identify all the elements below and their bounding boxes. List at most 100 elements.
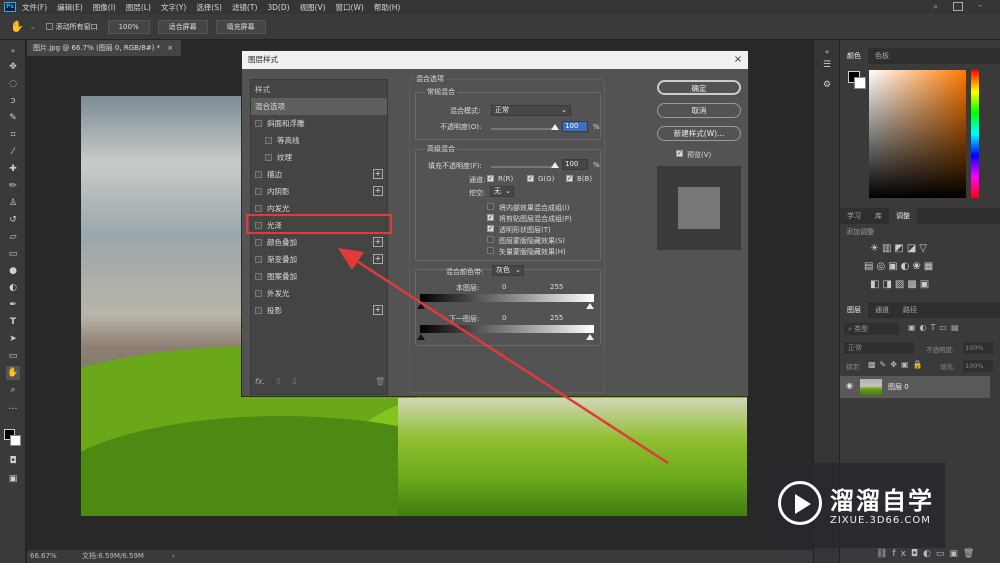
advanced-option-checkbox[interactable] bbox=[487, 203, 494, 210]
add-style-icon[interactable]: + bbox=[373, 169, 383, 179]
more-tools-icon[interactable]: … bbox=[6, 400, 20, 414]
style-checkbox[interactable] bbox=[255, 307, 262, 314]
preview-checkbox[interactable]: ✓ bbox=[676, 150, 683, 157]
quick-mask-icon[interactable]: ◘ bbox=[6, 454, 20, 468]
opacity-slider-thumb[interactable] bbox=[551, 124, 559, 130]
cancel-button[interactable]: 取消 bbox=[657, 103, 741, 118]
channel-r-checkbox[interactable]: ✓ bbox=[487, 175, 494, 182]
zoom-100-button[interactable]: 100% bbox=[107, 19, 150, 34]
document-tab[interactable]: 图片.jpg @ 66.7% (图层 0, RGB/8#) * × bbox=[27, 40, 182, 56]
tab-channels[interactable]: 通道 bbox=[868, 302, 896, 318]
workspace-icon[interactable] bbox=[953, 2, 963, 11]
layer-filter-select[interactable]: ⌕ 类型 bbox=[844, 323, 899, 335]
opacity-slider[interactable] bbox=[491, 128, 555, 130]
style-checkbox[interactable] bbox=[265, 137, 272, 144]
fill-opacity-slider[interactable] bbox=[491, 166, 555, 168]
knockout-dropdown[interactable]: 无 ⌄ bbox=[490, 186, 514, 197]
crop-tool-icon[interactable]: ⌗ bbox=[6, 128, 20, 142]
fill-input[interactable]: 100% bbox=[963, 360, 993, 372]
style-item[interactable]: 斜面和浮雕 bbox=[251, 115, 387, 132]
scroll-all-checkbox[interactable] bbox=[45, 23, 53, 30]
blend-mode-select[interactable]: 正常 bbox=[844, 342, 914, 354]
brush-tool-icon[interactable]: ✏ bbox=[6, 179, 20, 193]
rectangle-tool-icon[interactable]: ▭ bbox=[6, 349, 20, 363]
menu-view[interactable]: 视图(V) bbox=[300, 2, 326, 13]
add-style-icon[interactable]: + bbox=[373, 186, 383, 196]
screen-mode-icon[interactable]: ▣ bbox=[6, 472, 20, 486]
history-brush-tool-icon[interactable]: ↺ bbox=[6, 213, 20, 227]
eraser-tool-icon[interactable]: ▱ bbox=[6, 230, 20, 244]
minimize-icon[interactable]: – bbox=[978, 1, 983, 11]
style-checkbox[interactable] bbox=[255, 290, 262, 297]
layer-filter-icons[interactable]: ▣◐T▭▤ bbox=[908, 323, 963, 332]
style-checkbox[interactable] bbox=[265, 154, 272, 161]
style-checkbox[interactable] bbox=[255, 171, 262, 178]
style-item[interactable]: 纹理 bbox=[251, 149, 387, 166]
dodge-tool-icon[interactable]: ◐ bbox=[6, 281, 20, 295]
tab-paths[interactable]: 路径 bbox=[896, 302, 924, 318]
eyedropper-tool-icon[interactable]: ⁄ bbox=[6, 145, 20, 159]
style-checkbox[interactable] bbox=[255, 205, 262, 212]
tab-color[interactable]: 颜色 bbox=[840, 48, 868, 64]
menu-3d[interactable]: 3D(D) bbox=[267, 3, 289, 12]
history-icon[interactable]: ☰ bbox=[820, 58, 834, 72]
move-tool-icon[interactable]: ✥ bbox=[6, 60, 20, 74]
lasso-tool-icon[interactable]: ↄ bbox=[6, 94, 20, 108]
visibility-eye-icon[interactable]: ◉ bbox=[846, 381, 853, 390]
chevron-down-icon[interactable]: ⌄ bbox=[30, 23, 36, 31]
hand-tool-icon[interactable]: ✋ bbox=[10, 20, 24, 33]
menu-window[interactable]: 窗口(W) bbox=[336, 2, 364, 13]
lock-icons[interactable]: ▩✎✥▣🔒 bbox=[868, 360, 926, 369]
menu-file[interactable]: 文件(F) bbox=[22, 2, 47, 13]
dialog-close-button[interactable]: × bbox=[730, 51, 746, 69]
style-item[interactable]: 描边 + bbox=[251, 166, 387, 183]
status-arrow-icon[interactable]: › bbox=[172, 550, 175, 563]
blur-tool-icon[interactable]: ● bbox=[6, 264, 20, 278]
style-item[interactable]: 内阴影 + bbox=[251, 183, 387, 200]
menu-layer[interactable]: 图层(L) bbox=[126, 2, 151, 13]
style-checkbox[interactable] bbox=[255, 188, 262, 195]
menu-image[interactable]: 图像(I) bbox=[93, 2, 116, 13]
hue-slider[interactable] bbox=[971, 70, 979, 198]
background-color-swatch[interactable] bbox=[10, 435, 21, 446]
search-icon[interactable]: ⌕ bbox=[933, 2, 938, 12]
zoom-tool-icon[interactable]: ⌕ bbox=[6, 383, 20, 397]
menu-edit[interactable]: 编辑(E) bbox=[57, 2, 83, 13]
style-item[interactable]: 等高线 bbox=[251, 132, 387, 149]
collapse-panels-icon[interactable]: « bbox=[820, 45, 834, 59]
panel-background-swatch[interactable] bbox=[854, 77, 866, 89]
fill-screen-button[interactable]: 填充屏幕 bbox=[215, 19, 266, 34]
healing-tool-icon[interactable]: ✚ bbox=[6, 162, 20, 176]
style-checkbox[interactable] bbox=[255, 120, 262, 127]
path-select-tool-icon[interactable]: ➤ bbox=[6, 332, 20, 346]
move-down-icon[interactable]: ⇩ bbox=[291, 377, 298, 386]
collapse-icon[interactable]: » bbox=[6, 44, 20, 58]
adjustment-icons-row1[interactable]: ☀▥◩◪▽ bbox=[870, 243, 930, 254]
gradient-tool-icon[interactable]: ▭ bbox=[6, 247, 20, 261]
blend-mode-dropdown[interactable]: 正常 ⌄ bbox=[491, 105, 571, 116]
fx-icon[interactable]: fx. bbox=[255, 377, 265, 386]
layer-row[interactable]: ◉ 图层 0 bbox=[840, 376, 990, 398]
style-checkbox[interactable] bbox=[255, 239, 262, 246]
menu-type[interactable]: 文字(Y) bbox=[161, 2, 186, 13]
pen-tool-icon[interactable]: ✒ bbox=[6, 298, 20, 312]
tab-libraries[interactable]: 库 bbox=[868, 208, 889, 224]
channel-g-checkbox[interactable]: ✓ bbox=[527, 175, 534, 182]
stamp-tool-icon[interactable]: ♙ bbox=[6, 196, 20, 210]
new-style-button[interactable]: 新建样式(W)... bbox=[657, 126, 741, 141]
color-picker-field[interactable] bbox=[869, 70, 966, 198]
ok-button[interactable]: 确定 bbox=[657, 80, 741, 95]
opacity-input[interactable]: 100% bbox=[963, 342, 993, 354]
tab-learn[interactable]: 学习 bbox=[840, 208, 868, 224]
advanced-option-checkbox[interactable]: ✓ bbox=[487, 214, 494, 221]
menu-help[interactable]: 帮助(H) bbox=[374, 2, 401, 13]
style-item[interactable]: 混合选项 bbox=[251, 98, 387, 115]
style-checkbox[interactable] bbox=[255, 273, 262, 280]
tab-layers[interactable]: 图层 bbox=[840, 302, 868, 318]
type-tool-icon[interactable]: T bbox=[6, 315, 20, 329]
properties-icon[interactable]: ⚙ bbox=[820, 78, 834, 92]
move-up-icon[interactable]: ⇧ bbox=[275, 377, 282, 386]
adjustment-icons-row3[interactable]: ◧◨▨▩▣ bbox=[870, 279, 932, 290]
hand-tool-active-icon[interactable]: ✋ bbox=[6, 366, 20, 380]
close-tab-icon[interactable]: × bbox=[167, 44, 173, 52]
